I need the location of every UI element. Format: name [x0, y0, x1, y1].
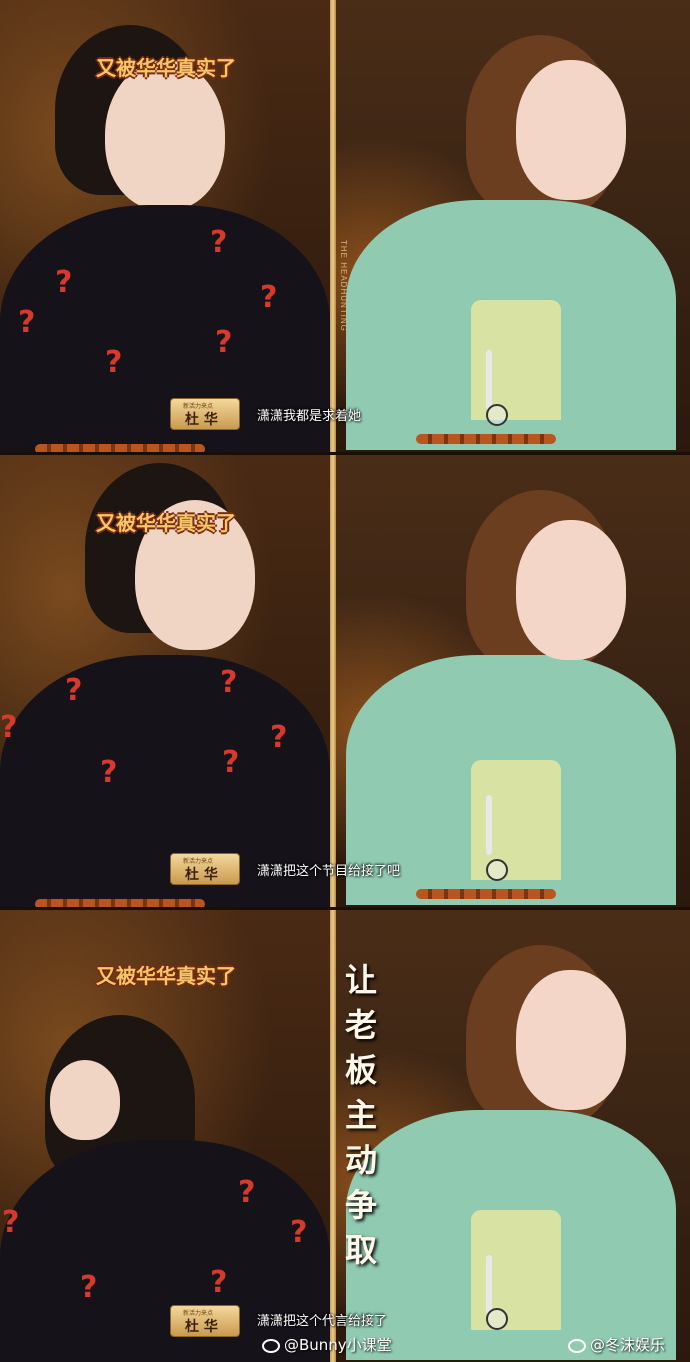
question-mark-print: ? [2, 1205, 20, 1240]
question-mark-print: ? [220, 665, 238, 700]
split-divider [330, 910, 336, 1362]
video-frame-1: ? ? ? ? ? ? 又被华华真实了 新活力来点 杜 华 潇潇我都是求着她 [0, 0, 690, 452]
snack-tray [416, 434, 556, 444]
question-mark-print: ? [260, 280, 278, 315]
split-divider [330, 455, 336, 907]
question-mark-print: ? [100, 755, 118, 790]
watermark-right: @冬沫娱乐 [568, 1334, 665, 1355]
question-mark-print: ? [0, 710, 18, 745]
snack-tray [35, 899, 205, 907]
question-mark-print: ? [105, 345, 123, 380]
panel-caption: 又被华华真实了 [96, 964, 236, 988]
speaker-name: 杜 华 [185, 412, 218, 428]
guest-side: ? ? ? ? ? ? 又被华华真实了 新活力来点 杜 华 [0, 455, 330, 907]
question-mark-print: ? [215, 325, 233, 360]
host-side [336, 0, 690, 452]
crosshair-icon [486, 404, 508, 426]
show-title-vertical: THE HEADHUNTING [339, 240, 348, 332]
speaker-name: 杜 华 [185, 867, 218, 883]
crosshair-icon [486, 1308, 508, 1330]
guest-side: ? ? ? ? ? 又被华华真实了 新活力来点 杜 华 [0, 910, 330, 1362]
guest-side: ? ? ? ? ? ? 又被华华真实了 新活力来点 杜 华 [0, 0, 330, 452]
weibo-icon [568, 1338, 586, 1353]
microphone-icon [486, 795, 492, 855]
question-mark-print: ? [80, 1270, 98, 1305]
panel-caption: 又被华华真实了 [96, 56, 236, 80]
split-divider [330, 0, 336, 452]
weibo-icon [262, 1338, 280, 1353]
snack-tray [416, 889, 556, 899]
speaker-name-tag: 新活力来点 杜 华 [170, 1305, 240, 1337]
question-mark-print: ? [222, 745, 240, 780]
question-mark-print: ? [210, 225, 228, 260]
snack-tray [35, 444, 205, 452]
microphone-icon [486, 1255, 492, 1315]
host-side [336, 910, 690, 1362]
speaker-name-tag: 新活力来点 杜 华 [170, 398, 240, 430]
watermark-left: @Bunny小课堂 [262, 1334, 392, 1355]
subtitle: 潇潇把这个代言给接了 [257, 1314, 388, 1329]
video-frame-2: ? ? ? ? ? ? 又被华华真实了 新活力来点 杜 华 潇潇把这个节目给接了… [0, 455, 690, 907]
panel-caption: 又被华华真实了 [96, 511, 236, 535]
subtitle: 潇潇把这个节目给接了吧 [257, 864, 401, 879]
microphone-icon [486, 350, 492, 410]
speaker-name-tag: 新活力来点 杜 华 [170, 853, 240, 885]
host-side [336, 455, 690, 907]
subtitle: 潇潇我都是求着她 [257, 409, 362, 424]
question-mark-print: ? [238, 1175, 256, 1210]
question-mark-print: ? [65, 673, 83, 708]
speaker-name: 杜 华 [185, 1319, 218, 1335]
vertical-caption: 让 老 板 主 动 争 取 [344, 961, 377, 1269]
question-mark-print: ? [210, 1265, 228, 1300]
question-mark-print: ? [290, 1215, 308, 1250]
question-mark-print: ? [55, 265, 73, 300]
crosshair-icon [486, 859, 508, 881]
question-mark-print: ? [18, 305, 36, 340]
question-mark-print: ? [270, 720, 288, 755]
